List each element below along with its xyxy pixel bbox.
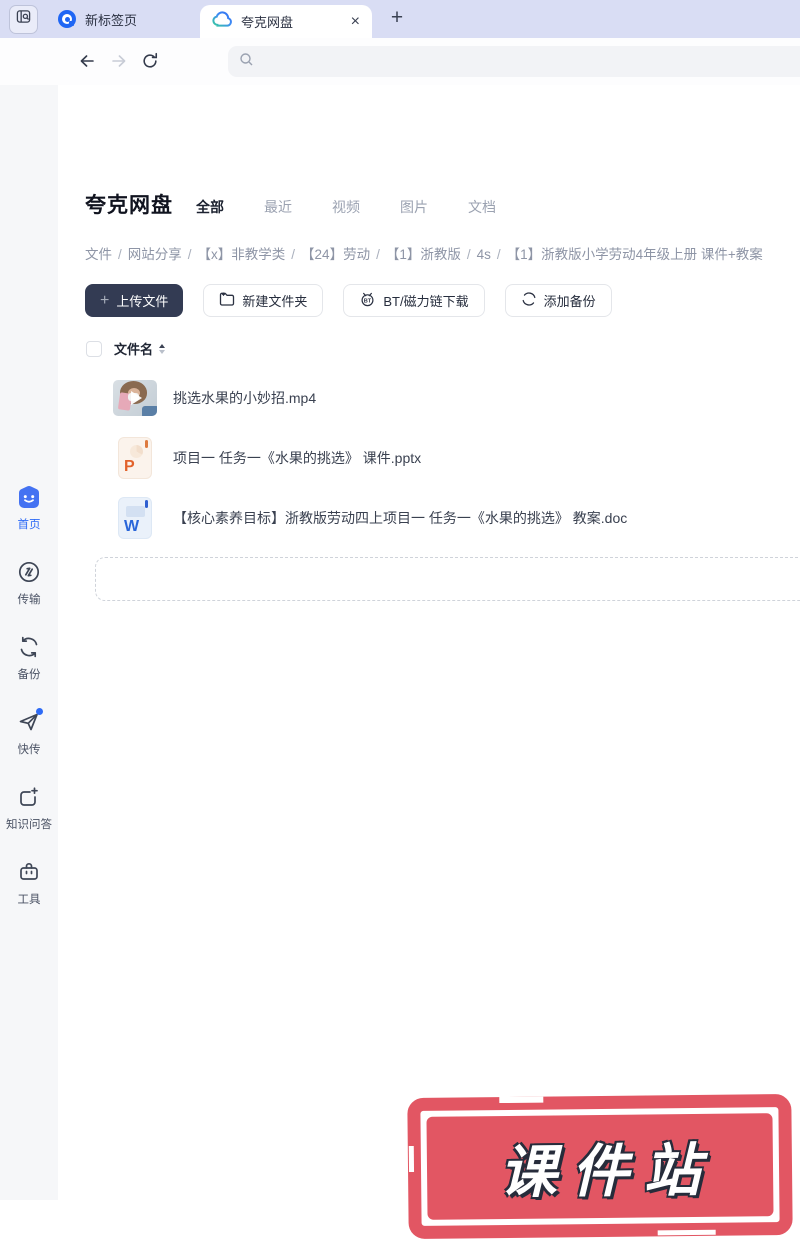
sidebar-item-quick-send[interactable]: 快传 (16, 708, 43, 757)
tab-document[interactable]: 文档 (468, 197, 496, 217)
file-row-video[interactable]: 挑选水果的小妙招.mp4 (110, 368, 800, 428)
tab-image[interactable]: 图片 (400, 197, 428, 217)
new-tab-button[interactable]: + (384, 4, 410, 32)
new-folder-button[interactable]: 新建文件夹 (203, 284, 324, 317)
sidebar-item-transfer[interactable]: 传输 (16, 559, 42, 607)
sidebar-label: 工具 (17, 894, 41, 906)
upload-file-button[interactable]: + 上传文件 (85, 284, 184, 317)
bt-magnet-download-button[interactable]: BT BT/磁力链下载 (343, 284, 485, 317)
sort-icon[interactable] (159, 343, 166, 354)
breadcrumb-item[interactable]: 【24】劳动 (301, 247, 370, 262)
browser-toolbar (0, 38, 800, 86)
back-icon[interactable] (78, 52, 96, 75)
notification-dot (36, 708, 43, 715)
play-icon (131, 391, 142, 405)
sidebar-item-knowledge-qa[interactable]: 知识问答 (6, 784, 52, 832)
tab-recent[interactable]: 最近 (264, 197, 292, 217)
file-row-doc[interactable]: W 【核心素养目标】浙教版劳动四上项目一 任务一《水果的挑选》 教案.doc (110, 488, 800, 548)
header-row: 夸克网盘 全部 最近 视频 图片 文档 (85, 189, 496, 219)
tab-search-button[interactable] (9, 4, 38, 34)
quark-drive-page: 首页 传输 备份 快传 知识问答 工具 夸克网盘 全部 最近 视频 图片 文档 … (0, 85, 800, 1239)
sidebar-label: 传输 (17, 594, 41, 606)
tab-label: 夸克网盘 (241, 15, 294, 30)
button-label: 上传文件 (116, 294, 169, 309)
close-tab-icon[interactable]: × (351, 13, 360, 30)
video-thumbnail-icon (113, 380, 157, 416)
breadcrumb-item-current[interactable]: 【1】浙教版小学劳动4年级上册 课件+教案 (507, 247, 763, 262)
sidebar-item-home[interactable]: 首页 (16, 484, 42, 532)
sidebar-label: 快传 (17, 744, 41, 756)
breadcrumb-separator: / (376, 247, 380, 262)
browser-tab-newpage[interactable]: 新标签页 (58, 10, 208, 29)
page-title: 夸克网盘 (85, 194, 173, 217)
breadcrumb-item[interactable]: 【x】非教学类 (198, 247, 286, 262)
backup-circle-icon (521, 291, 537, 310)
quark-browser-logo-icon (58, 10, 76, 28)
sidebar-label: 知识问答 (6, 819, 52, 831)
button-label: 添加备份 (543, 294, 596, 309)
sidebar-item-backup[interactable]: 备份 (16, 634, 42, 682)
sidebar-label: 首页 (17, 519, 41, 531)
breadcrumb-item[interactable]: 文件 (85, 247, 112, 262)
breadcrumb: 文件 / 网站分享 / 【x】非教学类 / 【24】劳动 / 【1】浙教版 / 4s / 【1】浙教版小… (85, 243, 800, 263)
svg-text:BT: BT (364, 298, 372, 304)
select-all-checkbox[interactable] (86, 340, 102, 357)
breadcrumb-separator: / (496, 247, 501, 262)
file-name[interactable]: 挑选水果的小妙招.mp4 (173, 388, 316, 408)
breadcrumb-separator: / (118, 247, 122, 262)
add-backup-button[interactable]: 添加备份 (504, 284, 612, 317)
plus-icon: + (100, 291, 110, 309)
home-icon (16, 484, 42, 510)
tab-all[interactable]: 全部 (196, 197, 224, 217)
breadcrumb-separator: / (187, 247, 192, 262)
sidebar-label: 备份 (17, 669, 41, 681)
breadcrumb-item[interactable]: 【1】浙教版 (386, 247, 461, 262)
file-name[interactable]: 【核心素养目标】浙教版劳动四上项目一 任务一《水果的挑选》 教案.doc (173, 508, 627, 528)
backup-sync-icon (16, 634, 42, 660)
breadcrumb-separator: / (466, 247, 471, 262)
bt-download-icon: BT (359, 291, 376, 310)
file-name[interactable]: 项目一 任务一《水果的挑选》 课件.pptx (173, 448, 421, 468)
button-label: BT/磁力链下载 (383, 294, 469, 309)
forward-icon[interactable] (110, 52, 128, 75)
search-icon (239, 52, 254, 72)
toolbox-icon (16, 859, 42, 885)
breadcrumb-separator: / (291, 247, 296, 262)
action-bar: + 上传文件 新建文件夹 BT BT/磁力链下载 添加备份 (85, 284, 612, 317)
paper-plane-icon (16, 708, 43, 735)
refresh-icon[interactable] (141, 52, 159, 75)
pptx-file-icon: P (118, 437, 152, 479)
browser-tab-bar: 新标签页 夸克网盘 × + (0, 0, 800, 38)
watermark-text: 课件站 (499, 1138, 716, 1205)
button-label: 新建文件夹 (242, 294, 308, 309)
upload-dropzone[interactable] (95, 557, 800, 601)
tab-search-icon (16, 9, 31, 29)
address-search-bar[interactable] (228, 46, 800, 77)
knowledge-box-icon (16, 784, 42, 810)
file-list-header: 文件名 (86, 339, 166, 358)
category-tabs: 全部 最近 视频 图片 文档 (196, 197, 496, 217)
breadcrumb-item[interactable]: 网站分享 (128, 247, 182, 262)
transfer-icon (16, 559, 42, 585)
cloud-drive-icon (212, 11, 232, 32)
sidebar-item-tools[interactable]: 工具 (16, 859, 42, 907)
doc-file-icon: W (118, 497, 152, 539)
tab-video[interactable]: 视频 (332, 197, 360, 217)
folder-plus-icon (219, 292, 235, 309)
sidebar: 首页 传输 备份 快传 知识问答 工具 (0, 85, 58, 1200)
breadcrumb-item[interactable]: 4s (477, 247, 491, 262)
file-row-pptx[interactable]: P 项目一 任务一《水果的挑选》 课件.pptx (110, 428, 800, 488)
browser-tab-quark-drive[interactable]: 夸克网盘 × (200, 5, 372, 38)
tab-label: 新标签页 (85, 12, 138, 28)
watermark-stamp: 课件站 (407, 1093, 793, 1239)
filename-column-header[interactable]: 文件名 (114, 339, 153, 358)
